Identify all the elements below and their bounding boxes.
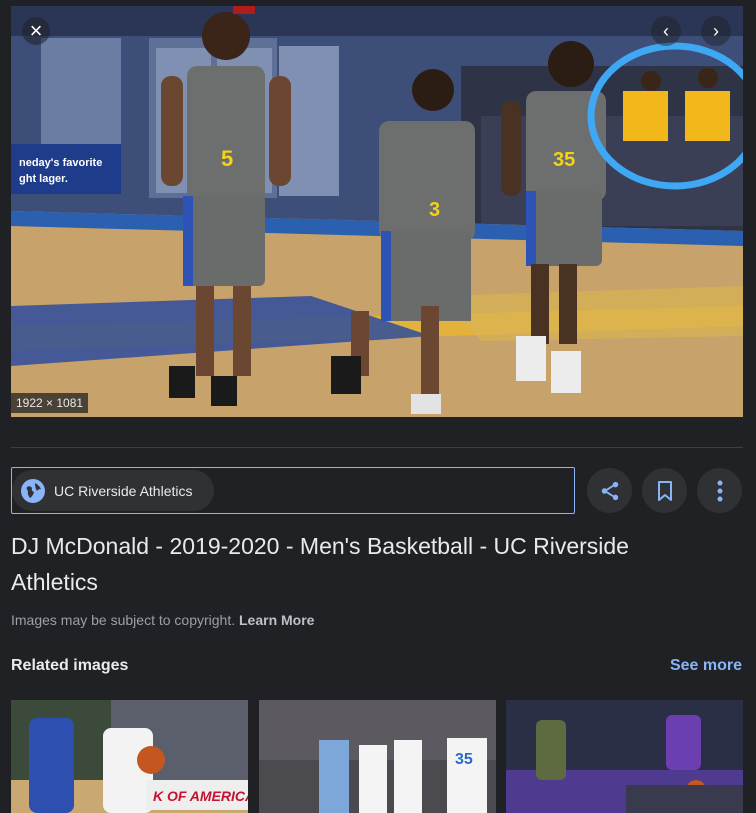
divider xyxy=(11,447,743,448)
svg-text:ght lager.: ght lager. xyxy=(19,173,68,185)
share-icon xyxy=(601,481,618,500)
related-image-2[interactable]: 35 xyxy=(259,700,496,813)
bookmark-icon xyxy=(657,480,672,501)
related-image-3[interactable] xyxy=(506,700,743,813)
svg-text:neday's favorite: neday's favorite xyxy=(19,157,102,169)
svg-text:35: 35 xyxy=(553,149,575,171)
source-name: UC Riverside Athletics xyxy=(54,482,193,499)
see-more-link[interactable]: See more xyxy=(670,657,742,675)
copyright-text: Images may be subject to copyright. xyxy=(11,612,236,628)
bank-banner-text: K OF AMERICA xyxy=(153,788,248,804)
svg-text:5: 5 xyxy=(221,146,233,171)
close-icon: × xyxy=(29,18,43,43)
chevron-right-icon: › xyxy=(713,20,719,41)
related-image-1[interactable]: K OF AMERICA xyxy=(11,700,248,813)
more-options-button[interactable] xyxy=(697,468,742,513)
main-image[interactable]: neday's favorite ght lager. 5 3 35 xyxy=(11,6,743,417)
jersey-number: 35 xyxy=(455,751,473,768)
share-button[interactable] xyxy=(587,468,632,513)
image-dimensions: 1922 × 1081 xyxy=(11,393,89,413)
copyright-notice: Images may be subject to copyright. Lear… xyxy=(11,612,314,628)
source-link[interactable]: UC Riverside Athletics xyxy=(12,470,214,511)
svg-text:3: 3 xyxy=(429,199,440,221)
more-vert-icon xyxy=(717,480,722,501)
close-button[interactable]: × xyxy=(22,17,50,45)
learn-more-link[interactable]: Learn More xyxy=(239,612,314,628)
chevron-left-icon: ‹ xyxy=(663,20,669,41)
next-image-button[interactable]: › xyxy=(701,16,731,46)
save-button[interactable] xyxy=(642,468,687,513)
result-title[interactable]: DJ McDonald - 2019-2020 - Men's Basketba… xyxy=(11,528,711,600)
globe-icon xyxy=(21,478,45,503)
previous-image-button[interactable]: ‹ xyxy=(651,16,681,46)
related-images-heading: Related images xyxy=(11,657,129,674)
